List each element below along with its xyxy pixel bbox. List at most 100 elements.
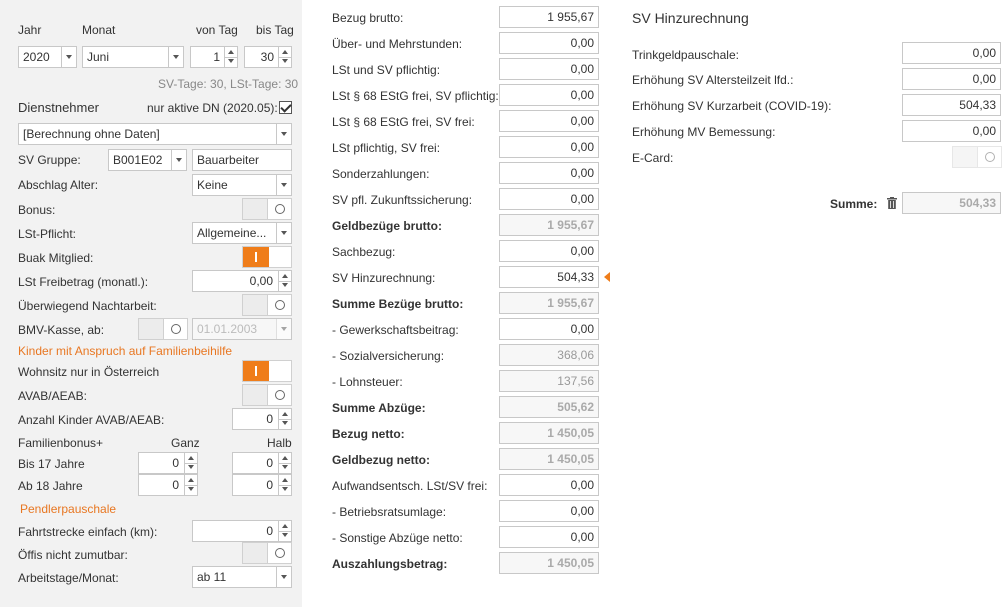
- ganz-label: Ganz: [171, 436, 200, 450]
- bis17-ganz-stepper[interactable]: 0: [138, 452, 198, 474]
- altersteilzeit-input[interactable]: 0,00: [902, 68, 1001, 90]
- middle-row-label: Über- und Mehrstunden:: [332, 37, 463, 51]
- caret-left-icon[interactable]: [604, 272, 610, 282]
- bonus-label: Bonus:: [18, 203, 56, 217]
- trinkgeld-value: 0,00: [972, 46, 996, 60]
- ab18-halb-stepper[interactable]: 0: [232, 474, 292, 496]
- bmv-date-value: 01.01.2003: [197, 322, 258, 336]
- toggle-off-icon: [267, 543, 291, 563]
- middle-row-value-field[interactable]: 1 955,67: [499, 6, 599, 28]
- toggle-off-icon: [163, 319, 187, 339]
- middle-row-value: 0,00: [570, 88, 594, 102]
- bis17-halb-value: 0: [266, 456, 273, 470]
- middle-row-label: Sachbezug:: [332, 245, 396, 259]
- middle-row-label: Summe Bezüge brutto:: [332, 297, 464, 311]
- sv-hinzurechnung-title: SV Hinzurechnung: [632, 10, 749, 26]
- middle-row-value-field[interactable]: 0,00: [499, 318, 599, 340]
- bmv-toggle[interactable]: [138, 318, 188, 340]
- middle-row-value-field[interactable]: 0,00: [499, 526, 599, 548]
- avab-toggle[interactable]: [242, 384, 292, 406]
- middle-row-label: Geldbezug netto:: [332, 453, 430, 467]
- middle-row-value-field: 1 450,05: [499, 552, 599, 574]
- toggle-off-icon: [267, 385, 291, 405]
- arbeitstage-label: Arbeitstage/Monat:: [18, 571, 119, 585]
- middle-row-value-field: 1 955,67: [499, 214, 599, 236]
- middle-row-value-field[interactable]: 0,00: [499, 110, 599, 132]
- abschlag-value: Keine: [197, 178, 228, 192]
- middle-row-value-field[interactable]: 0,00: [499, 188, 599, 210]
- middle-row-value: 0,00: [570, 478, 594, 492]
- bmv-label: BMV-Kasse, ab:: [18, 323, 105, 337]
- halb-label: Halb: [267, 436, 292, 450]
- middle-row-value-field[interactable]: 0,00: [499, 32, 599, 54]
- middle-row-value-field[interactable]: 0,00: [499, 500, 599, 522]
- middle-row-value: 0,00: [570, 36, 594, 50]
- monat-select[interactable]: Juni: [82, 46, 184, 68]
- buak-toggle[interactable]: [242, 246, 292, 268]
- von-tag-stepper[interactable]: 1: [190, 46, 238, 68]
- anzahl-kinder-value: 0: [266, 412, 273, 426]
- kurzarbeit-label: Erhöhung SV Kurzarbeit (COVID-19):: [632, 99, 832, 113]
- pendler-heading: Pendlerpauschale: [20, 502, 117, 516]
- middle-row-value: 0,00: [570, 504, 594, 518]
- kurzarbeit-input[interactable]: 504,33: [902, 94, 1001, 116]
- toggle-off-icon: [977, 147, 1001, 167]
- bonus-toggle[interactable]: [242, 198, 292, 220]
- lst-freibetrag-stepper[interactable]: 0,00: [192, 270, 292, 292]
- trash-icon[interactable]: [887, 197, 897, 209]
- ecard-toggle[interactable]: [952, 146, 1002, 168]
- lst-freibetrag-value: 0,00: [249, 274, 273, 288]
- sv-gruppe-value: B001E02: [113, 153, 163, 167]
- middle-row-value-field: 368,06: [499, 344, 599, 366]
- toggle-on-icon: [243, 361, 269, 381]
- middle-row-value: 1 955,67: [547, 296, 594, 310]
- lst-pflicht-value: Allgemeine...: [197, 226, 267, 240]
- mv-bemessung-input[interactable]: 0,00: [902, 120, 1001, 142]
- monat-value: Juni: [87, 50, 110, 64]
- oeffis-toggle[interactable]: [242, 542, 292, 564]
- lst-pflicht-select[interactable]: Allgemeine...: [192, 222, 292, 244]
- jahr-select[interactable]: 2020: [18, 46, 77, 68]
- middle-row-value-field: 1 450,05: [499, 448, 599, 470]
- middle-row-value-field[interactable]: 0,00: [499, 240, 599, 262]
- chevron-down-icon: [61, 47, 76, 67]
- lst-pflicht-label: LSt-Pflicht:: [18, 227, 77, 241]
- fahrtstrecke-stepper[interactable]: 0: [192, 520, 292, 542]
- anzahl-kinder-stepper[interactable]: 0: [232, 408, 292, 430]
- middle-row-value: 1 955,67: [547, 10, 594, 24]
- middle-row-value-field[interactable]: 0,00: [499, 474, 599, 496]
- bmv-date-select: 01.01.2003: [192, 318, 292, 340]
- label-bis-tag: bis Tag: [256, 23, 294, 37]
- bis-tag-stepper[interactable]: 30: [244, 46, 292, 68]
- nachtarbeit-toggle[interactable]: [242, 294, 292, 316]
- kurzarbeit-value: 504,33: [959, 98, 996, 112]
- middle-row-label: SV Hinzurechnung:: [332, 271, 436, 285]
- bis17-halb-stepper[interactable]: 0: [232, 452, 292, 474]
- middle-row-value-field[interactable]: 504,33: [499, 266, 599, 288]
- middle-row-value: 1 450,05: [547, 556, 594, 570]
- summe-value-field: 504,33: [902, 192, 1001, 214]
- arbeitstage-select[interactable]: ab 11: [192, 566, 292, 588]
- mv-bemessung-label: Erhöhung MV Bemessung:: [632, 125, 776, 139]
- abschlag-label: Abschlag Alter:: [18, 178, 99, 192]
- von-tag-value: 1: [213, 50, 220, 64]
- middle-row-value-field[interactable]: 0,00: [499, 84, 599, 106]
- middle-row-value-field[interactable]: 0,00: [499, 58, 599, 80]
- middle-row-label: Bezug netto:: [332, 427, 405, 441]
- arbeitstage-value: ab 11: [197, 570, 227, 584]
- jahr-value: 2020: [23, 50, 50, 64]
- wohnsitz-toggle[interactable]: [242, 360, 292, 382]
- trinkgeld-input[interactable]: 0,00: [902, 42, 1001, 64]
- middle-row-value-field[interactable]: 0,00: [499, 136, 599, 158]
- nur-aktive-checkbox[interactable]: [279, 101, 292, 114]
- middle-row-label: LSt und SV pflichtig:: [332, 63, 441, 77]
- sv-gruppe-select[interactable]: B001E02: [108, 149, 187, 171]
- altersteilzeit-value: 0,00: [972, 72, 996, 86]
- abschlag-select[interactable]: Keine: [192, 174, 292, 196]
- lst-freibetrag-label: LSt Freibetrag (monatl.):: [18, 275, 149, 289]
- middle-row-value-field[interactable]: 0,00: [499, 162, 599, 184]
- familienbonus-label: Familienbonus+: [18, 436, 104, 450]
- toggle-off-icon: [267, 295, 291, 315]
- dienstnehmer-select[interactable]: [Berechnung ohne Daten]: [18, 123, 292, 145]
- ab18-ganz-stepper[interactable]: 0: [138, 474, 198, 496]
